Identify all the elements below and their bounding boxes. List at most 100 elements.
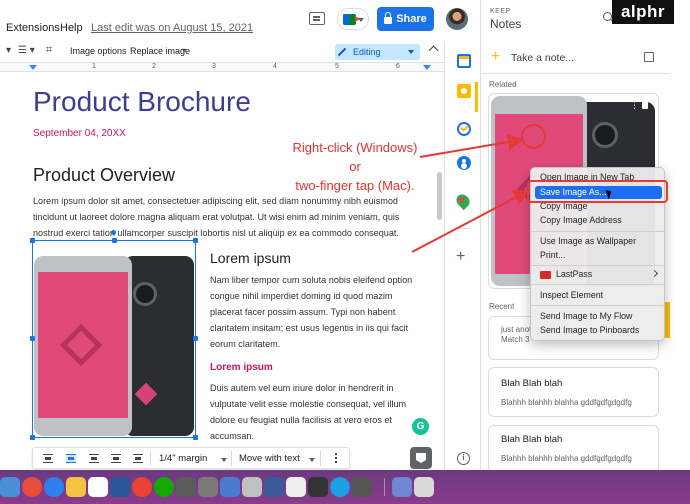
resize-handle[interactable] — [30, 435, 35, 440]
contacts-icon[interactable] — [457, 156, 471, 170]
calendar-icon[interactable] — [457, 54, 471, 68]
more-options-icon[interactable] — [335, 453, 337, 455]
lorem-subheading: Lorem ipsum — [210, 362, 273, 373]
last-edit-link[interactable]: Last edit was on August 15, 2021 — [91, 22, 253, 34]
info-icon[interactable]: i — [457, 452, 470, 465]
front-of-text-icon[interactable] — [133, 454, 143, 463]
menu-item-copy-image-address[interactable]: Copy Image Address — [540, 215, 622, 225]
note-body: Blahhh blahhh blahha gddfgdfgdgdfg — [501, 398, 632, 407]
note-title: Blah Blah blah — [501, 378, 563, 389]
related-label: Related — [489, 80, 517, 89]
preview-icon[interactable] — [198, 477, 218, 497]
annotation-line-1: Right-click (Windows) — [292, 140, 418, 155]
list-icon[interactable]: ☰ ▾ — [18, 45, 35, 56]
lorem-paragraph-2: Duis autem vel eum iriure dolor in hendr… — [210, 383, 407, 442]
downloads-icon[interactable] — [392, 477, 412, 497]
maps-icon[interactable] — [453, 191, 473, 211]
app-icon[interactable] — [220, 477, 240, 497]
margin-dropdown[interactable]: 1/4" margin — [159, 453, 207, 464]
trash-icon[interactable] — [414, 477, 434, 497]
app-icon[interactable] — [352, 477, 372, 497]
safari-icon[interactable] — [44, 477, 64, 497]
chevron-down-icon — [358, 18, 364, 22]
word-icon[interactable] — [110, 477, 130, 497]
scrollbar[interactable] — [437, 172, 442, 220]
app-icon[interactable] — [264, 477, 284, 497]
note-card[interactable]: Blah Blah blah Blahhh blahhh blahha gddf… — [488, 367, 659, 417]
meet-button[interactable] — [337, 8, 369, 30]
resize-handle[interactable] — [193, 435, 198, 440]
alphr-logo: alphr — [612, 0, 674, 24]
menu-item-inspect-element[interactable]: Inspect Element — [540, 290, 603, 300]
divider — [531, 231, 664, 232]
tasks-icon[interactable] — [457, 122, 471, 136]
macos-dock — [0, 470, 690, 504]
app-icon[interactable] — [176, 477, 196, 497]
opera-icon[interactable] — [22, 477, 42, 497]
ruler[interactable]: 1 2 3 4 5 6 — [0, 62, 444, 72]
menu-item-send-to-my-flow[interactable]: Send Image to My Flow — [540, 311, 632, 321]
crop-icon[interactable]: ⌗ — [46, 44, 52, 57]
divider — [455, 228, 471, 229]
plus-icon: + — [491, 48, 501, 65]
editing-mode-dropdown[interactable]: Editing — [335, 44, 420, 60]
share-button[interactable]: Share — [377, 7, 434, 31]
grammarly-icon[interactable]: G — [412, 418, 429, 435]
divider — [150, 451, 151, 466]
selection-border — [32, 240, 196, 438]
chevron-down-icon — [309, 458, 315, 462]
image-options-button[interactable]: Image options — [70, 46, 127, 56]
menu-item-lastpass[interactable]: LastPass — [556, 269, 592, 279]
chevron-up-icon[interactable] — [428, 45, 439, 56]
break-text-icon[interactable] — [89, 454, 99, 463]
app-icon[interactable] — [242, 477, 262, 497]
keep-icon[interactable] — [457, 84, 471, 98]
menu-help[interactable]: Help — [60, 22, 83, 34]
wrap-inline-icon[interactable] — [43, 454, 53, 463]
annotation-line-2: or — [349, 159, 361, 174]
checkbox-icon[interactable] — [644, 52, 654, 62]
notes-app-icon[interactable] — [66, 477, 86, 497]
keep-title: Notes — [490, 17, 522, 31]
resize-handle[interactable] — [193, 238, 198, 243]
search-icon[interactable] — [603, 12, 612, 21]
pin-icon[interactable] — [642, 100, 648, 109]
divider — [531, 284, 664, 285]
resize-handle[interactable] — [30, 336, 35, 341]
menu-extensions[interactable]: Extensions — [6, 22, 60, 34]
chevron-right-icon — [650, 269, 659, 278]
resize-handle[interactable] — [112, 238, 117, 243]
take-note-input[interactable]: + Take a note... — [480, 42, 670, 74]
upwork-icon[interactable] — [154, 477, 174, 497]
indent-marker[interactable] — [29, 65, 37, 70]
menu-item-print[interactable]: Print... — [540, 250, 565, 260]
calendar-app-icon[interactable] — [88, 477, 108, 497]
ruler-number: 6 — [396, 63, 400, 70]
avatar[interactable] — [446, 8, 468, 30]
more-options-icon[interactable]: ⋮ — [630, 100, 639, 111]
menu-item-use-as-wallpaper[interactable]: Use Image as Wallpaper — [540, 236, 636, 246]
wrap-text-icon[interactable] — [66, 454, 76, 463]
right-indent-marker[interactable] — [423, 65, 431, 70]
selected-image[interactable] — [30, 230, 198, 440]
app-icon[interactable] — [308, 477, 328, 497]
chrome-icon[interactable] — [132, 477, 152, 497]
position-dropdown[interactable]: Move with text — [239, 453, 300, 464]
comment-icon[interactable] — [309, 12, 325, 25]
lorem-paragraph-1: Nam liber tempor cum soluta nobis eleife… — [210, 275, 413, 350]
chevron-down-icon[interactable]: ▾ — [6, 45, 11, 56]
dock-divider — [384, 478, 385, 496]
menu-item-send-to-pinboards[interactable]: Send Image to Pinboards — [540, 325, 639, 335]
explore-icon[interactable] — [410, 447, 432, 469]
app-icon[interactable] — [330, 477, 350, 497]
plus-icon[interactable]: + — [456, 248, 465, 266]
resize-handle[interactable] — [30, 238, 35, 243]
finder-icon[interactable] — [0, 477, 20, 497]
note-title: Blah Blah blah — [501, 434, 563, 445]
note-card[interactable]: Blah Blah blah Blahhh blahhh blahha gddf… — [488, 425, 659, 473]
behind-text-icon[interactable] — [111, 454, 121, 463]
resize-handle[interactable] — [193, 336, 198, 341]
app-icon[interactable] — [286, 477, 306, 497]
rotate-handle[interactable] — [111, 230, 116, 235]
take-note-placeholder: Take a note... — [511, 52, 575, 64]
